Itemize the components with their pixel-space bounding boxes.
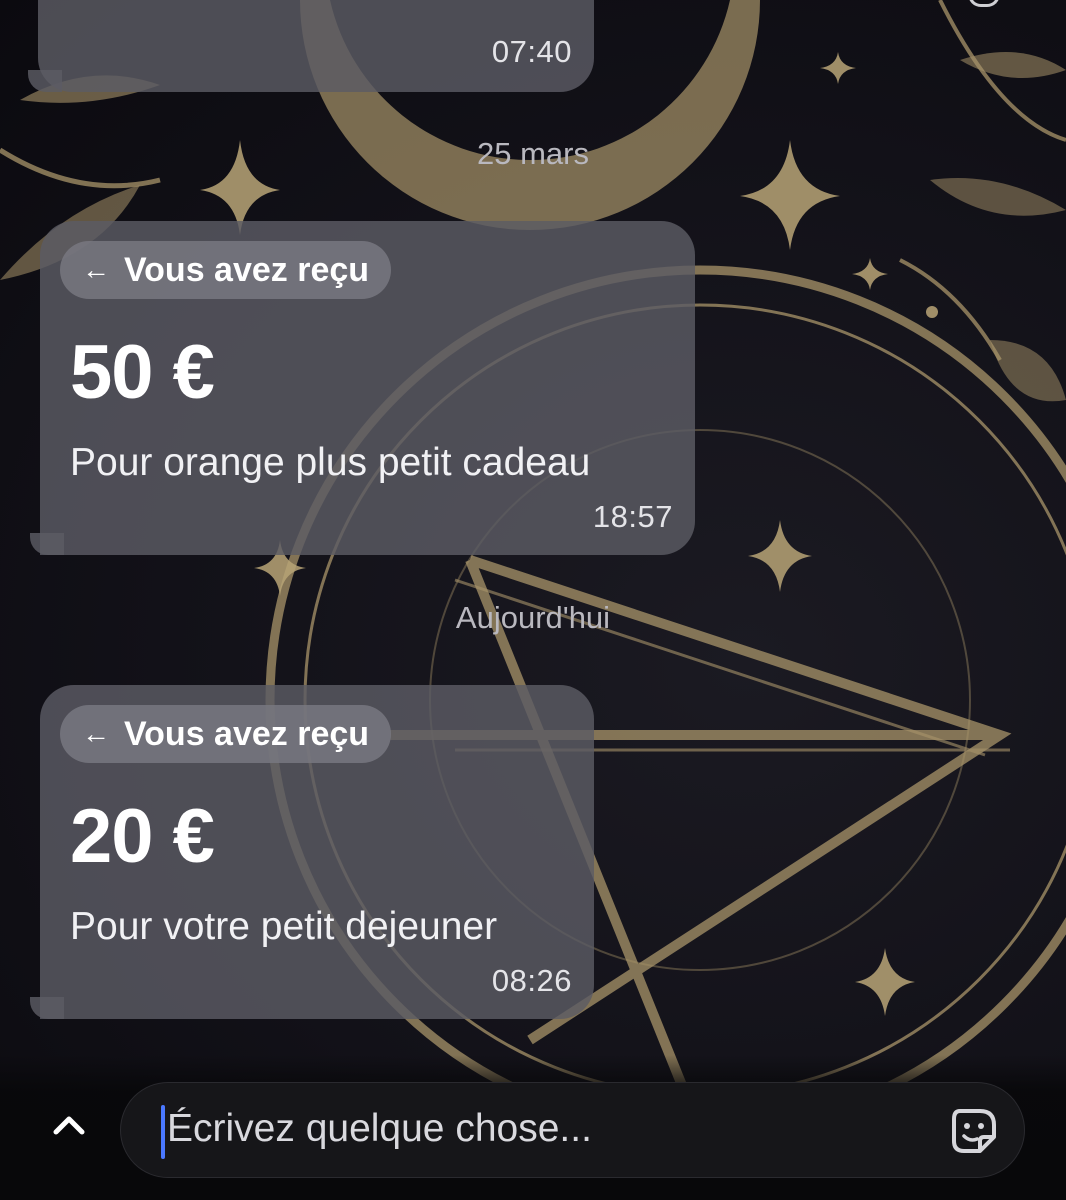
- arrow-left-icon: ←: [82, 254, 110, 285]
- received-chip: ← Vous avez reçu: [60, 705, 392, 763]
- payment-amount: 50 €: [70, 330, 215, 415]
- payment-message-bubble[interactable]: ← Vous avez reçu 20 € Pour votre petit d…: [40, 685, 594, 1019]
- chip-label: Vous avez reçu: [124, 714, 370, 753]
- received-chip: ← Vous avez reçu: [60, 241, 392, 299]
- message-time: 18:57: [592, 499, 673, 534]
- chat-screen: 07:40 25 mars ← Vous avez reçu 50 € Pour…: [0, 0, 1066, 1200]
- message-input-placeholder: Écrivez quelque chose...: [167, 1107, 592, 1150]
- expand-button[interactable]: [44, 1100, 94, 1150]
- message-time: 07:40: [491, 34, 572, 69]
- payment-message-bubble[interactable]: ← Vous avez reçu 50 € Pour orange plus p…: [40, 221, 695, 555]
- payment-note: Pour votre petit dejeuner: [70, 905, 498, 948]
- payment-note: Pour orange plus petit cadeau: [70, 441, 591, 484]
- text-caret: [161, 1105, 165, 1159]
- message-time: 08:26: [491, 963, 572, 998]
- arrow-left-icon: ←: [82, 718, 110, 749]
- payment-amount: 20 €: [70, 794, 215, 879]
- chip-label: Vous avez reçu: [124, 250, 370, 289]
- message-input[interactable]: Écrivez quelque chose...: [120, 1082, 1025, 1178]
- chevron-up-icon: [53, 1116, 85, 1135]
- date-separator: Aujourd'hui: [455, 600, 611, 635]
- sticker-icon[interactable]: [950, 1107, 998, 1155]
- date-separator: 25 mars: [477, 136, 589, 171]
- message-bubble-previous[interactable]: 07:40: [38, 0, 594, 92]
